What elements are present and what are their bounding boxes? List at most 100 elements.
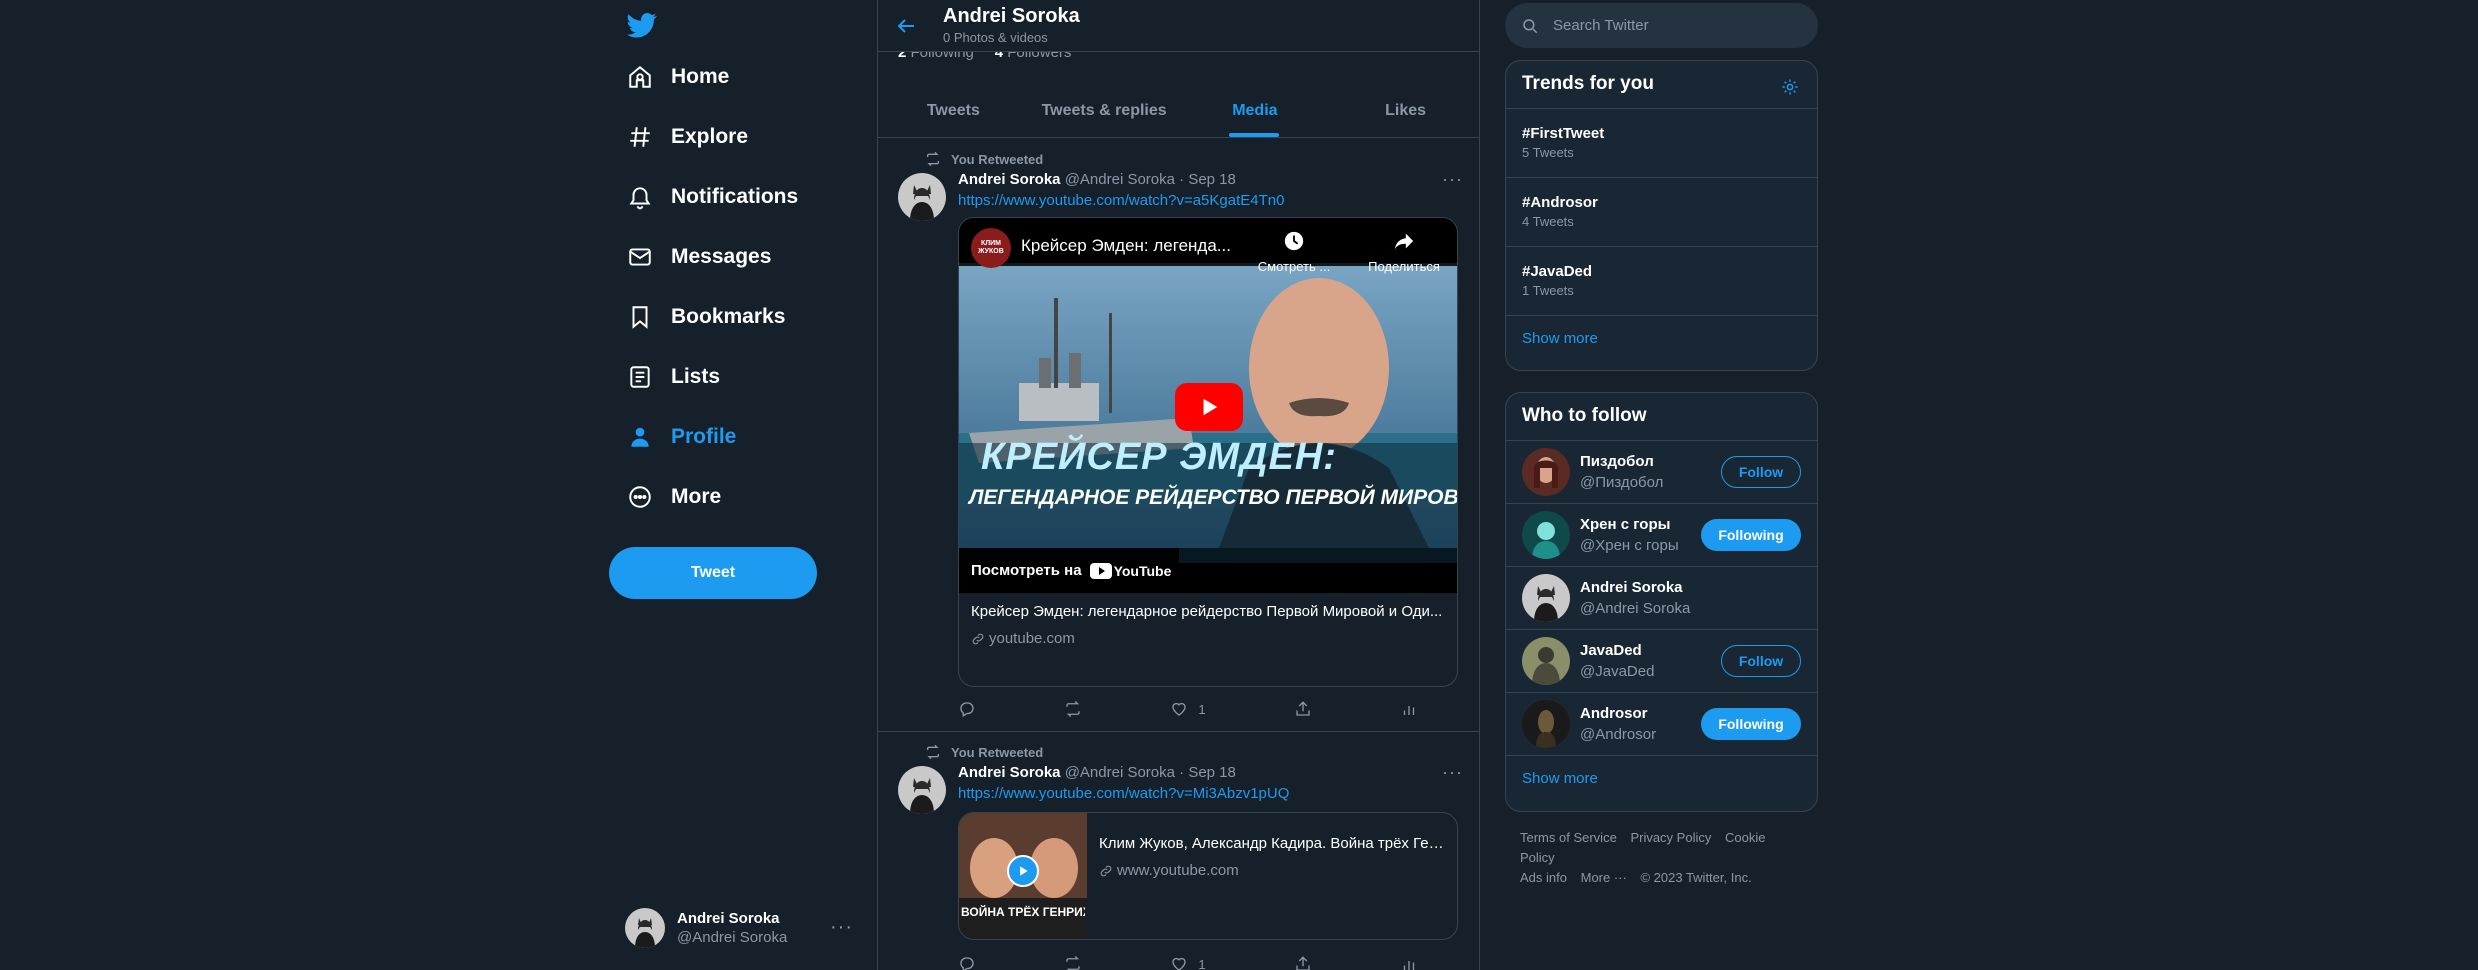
trends-panel: Trends for you #FirstTweet 5 Tweets #And…: [1505, 60, 1818, 371]
nav-lists[interactable]: Lists: [625, 352, 720, 402]
suggestion-name: Androsor: [1580, 705, 1648, 722]
play-button[interactable]: [1175, 383, 1243, 431]
footer-terms[interactable]: Terms of Service: [1520, 830, 1617, 845]
like-button[interactable]: 1: [1170, 954, 1206, 970]
tweet-more-icon[interactable]: ···: [1442, 169, 1463, 190]
search-input[interactable]: Search Twitter: [1553, 17, 1649, 34]
suggestion-avatar[interactable]: [1522, 511, 1570, 559]
youtube-wordmark: YouTube: [1113, 562, 1172, 579]
like-button[interactable]: 1: [1170, 699, 1206, 719]
twitter-logo-icon[interactable]: [625, 10, 659, 40]
twitter-app: Home Explore Notifications Messages Book…: [0, 0, 2478, 970]
nav-messages[interactable]: Messages: [625, 232, 771, 282]
tweet-link[interactable]: https://www.youtube.com/watch?v=a5KgatE4…: [958, 192, 1284, 209]
tweet-avatar[interactable]: [898, 173, 946, 221]
tweet-more-icon[interactable]: ···: [1442, 762, 1463, 783]
envelope-icon: [625, 242, 655, 272]
youtube-link-card[interactable]: ВОЙНА ТРЁХ ГЕНРИХОВ Клим Жуков, Александ…: [958, 812, 1458, 940]
retweet-button[interactable]: [1064, 954, 1082, 970]
back-arrow-icon[interactable]: [894, 14, 918, 38]
heart-icon: [1172, 702, 1187, 716]
tab-tweets-replies[interactable]: Tweets & replies: [1029, 85, 1180, 137]
follow-button[interactable]: Follow: [1721, 645, 1801, 677]
follow-suggestion[interactable]: Пиздобол @Пиздобол Follow: [1506, 441, 1817, 504]
trend-item[interactable]: #JavaDed 1 Tweets: [1506, 247, 1817, 316]
analytics-button[interactable]: [1400, 699, 1418, 719]
video-title[interactable]: Крейсер Эмден: легенда...: [1021, 236, 1231, 256]
tweet-button[interactable]: Tweet: [609, 547, 817, 599]
tab-media[interactable]: Media: [1180, 85, 1331, 137]
follow-suggestion[interactable]: Androsor @Androsor Following: [1506, 693, 1817, 756]
tweet-avatar[interactable]: [898, 766, 946, 814]
footer-more[interactable]: More ···: [1581, 870, 1627, 885]
who-to-follow-show-more[interactable]: Show more: [1506, 756, 1817, 801]
follow-suggestion[interactable]: Хрен с горы @Хрен с горы Following: [1506, 504, 1817, 567]
nav-lists-label: Lists: [671, 365, 721, 388]
watch-later-button[interactable]: Смотреть ...: [1254, 230, 1334, 274]
suggestion-avatar[interactable]: [1522, 637, 1570, 685]
account-more-icon[interactable]: ···: [830, 916, 853, 939]
reply-button[interactable]: [958, 954, 976, 970]
play-circle-icon[interactable]: [1007, 855, 1039, 887]
trend-item[interactable]: #Androsor 4 Tweets: [1506, 178, 1817, 247]
follow-button[interactable]: Follow: [1721, 456, 1801, 488]
tab-likes[interactable]: Likes: [1330, 85, 1479, 137]
card-thumbnail: ВОЙНА ТРЁХ ГЕНРИХОВ: [959, 813, 1087, 939]
nav-home[interactable]: Home: [625, 52, 729, 102]
youtube-card[interactable]: КЛИМ ЖУКОВ Крейсер Эмден: легенда... Смо…: [958, 217, 1458, 687]
trend-count: 4 Tweets: [1522, 214, 1574, 229]
tweet-link[interactable]: https://www.youtube.com/watch?v=Mi3Abzv1…: [958, 785, 1289, 802]
tweet[interactable]: You Retweeted Andrei Soroka @Andrei Soro…: [878, 139, 1479, 732]
tweet-meta: @Andrei Soroka · Sep 18: [1064, 171, 1236, 188]
tab-tweets[interactable]: Tweets: [878, 85, 1029, 137]
share-icon: [1296, 956, 1310, 970]
trend-count: 1 Tweets: [1522, 283, 1574, 298]
suggestion-avatar[interactable]: [1522, 574, 1570, 622]
watch-later-label: Смотреть ...: [1257, 259, 1331, 274]
footer-privacy[interactable]: Privacy Policy: [1630, 830, 1711, 845]
card-caption: Крейсер Эмден: легендарное рейдерство Пе…: [959, 593, 1457, 657]
trend-item[interactable]: #FirstTweet 5 Tweets: [1506, 109, 1817, 178]
following-button[interactable]: Following: [1701, 708, 1801, 740]
tweet-author-name[interactable]: Andrei Soroka: [958, 171, 1061, 188]
tweet-meta: @Andrei Soroka · Sep 18: [1064, 764, 1236, 781]
share-arrow-icon: [1394, 233, 1414, 250]
share-button[interactable]: Поделиться: [1359, 230, 1449, 274]
following-button[interactable]: Following: [1701, 519, 1801, 551]
nav-notifications[interactable]: Notifications: [625, 172, 798, 222]
trend-tag: #JavaDed: [1522, 263, 1593, 280]
account-switcher[interactable]: Andrei Soroka @Andrei Soroka ···: [625, 904, 865, 952]
channel-badge[interactable]: КЛИМ ЖУКОВ: [971, 228, 1011, 268]
footer-ads-info[interactable]: Ads info: [1520, 870, 1567, 885]
who-to-follow-panel: Who to follow Пиздобол @Пиздобол Follow …: [1505, 392, 1818, 812]
analytics-button[interactable]: [1400, 954, 1418, 970]
search-bar[interactable]: Search Twitter: [1505, 3, 1818, 48]
card-domain-row: www.youtube.com: [1099, 862, 1447, 879]
follow-suggestion[interactable]: JavaDed @JavaDed Follow: [1506, 630, 1817, 693]
trends-show-more[interactable]: Show more: [1506, 316, 1817, 361]
tweet-author-name[interactable]: Andrei Soroka: [958, 764, 1061, 781]
follow-suggestion[interactable]: Andrei Soroka @Andrei Soroka: [1506, 567, 1817, 630]
suggestion-name: Пиздобол: [1580, 453, 1654, 470]
suggestion-avatar[interactable]: [1522, 700, 1570, 748]
page-title: Andrei Soroka: [943, 5, 1080, 27]
share-tweet-button[interactable]: [1294, 954, 1312, 970]
sidebar-nav: Home Explore Notifications Messages Book…: [605, 0, 875, 970]
retweet-label: You Retweeted: [951, 151, 1044, 167]
retweet-button[interactable]: [1064, 699, 1082, 719]
nav-bookmarks[interactable]: Bookmarks: [625, 292, 785, 342]
nav-profile[interactable]: Profile: [625, 412, 736, 462]
trend-tag: #Androsor: [1522, 194, 1598, 211]
watch-on-youtube-button[interactable]: Посмотреть на YouTube: [959, 548, 1179, 593]
share-tweet-button[interactable]: [1294, 699, 1312, 719]
gear-icon[interactable]: [1781, 78, 1799, 96]
tweet[interactable]: You Retweeted Andrei Soroka @Andrei Soro…: [878, 732, 1479, 970]
nav-explore[interactable]: Explore: [625, 112, 748, 162]
youtube-embed[interactable]: КЛИМ ЖУКОВ Крейсер Эмден: легенда... Смо…: [959, 218, 1457, 593]
tweet-actions: 1: [958, 954, 1418, 970]
retweet-indicator: You Retweeted: [925, 744, 1043, 760]
reply-button[interactable]: [958, 699, 976, 719]
suggestion-avatar[interactable]: [1522, 448, 1570, 496]
nav-more[interactable]: More: [625, 472, 721, 522]
list-icon: [625, 362, 655, 392]
